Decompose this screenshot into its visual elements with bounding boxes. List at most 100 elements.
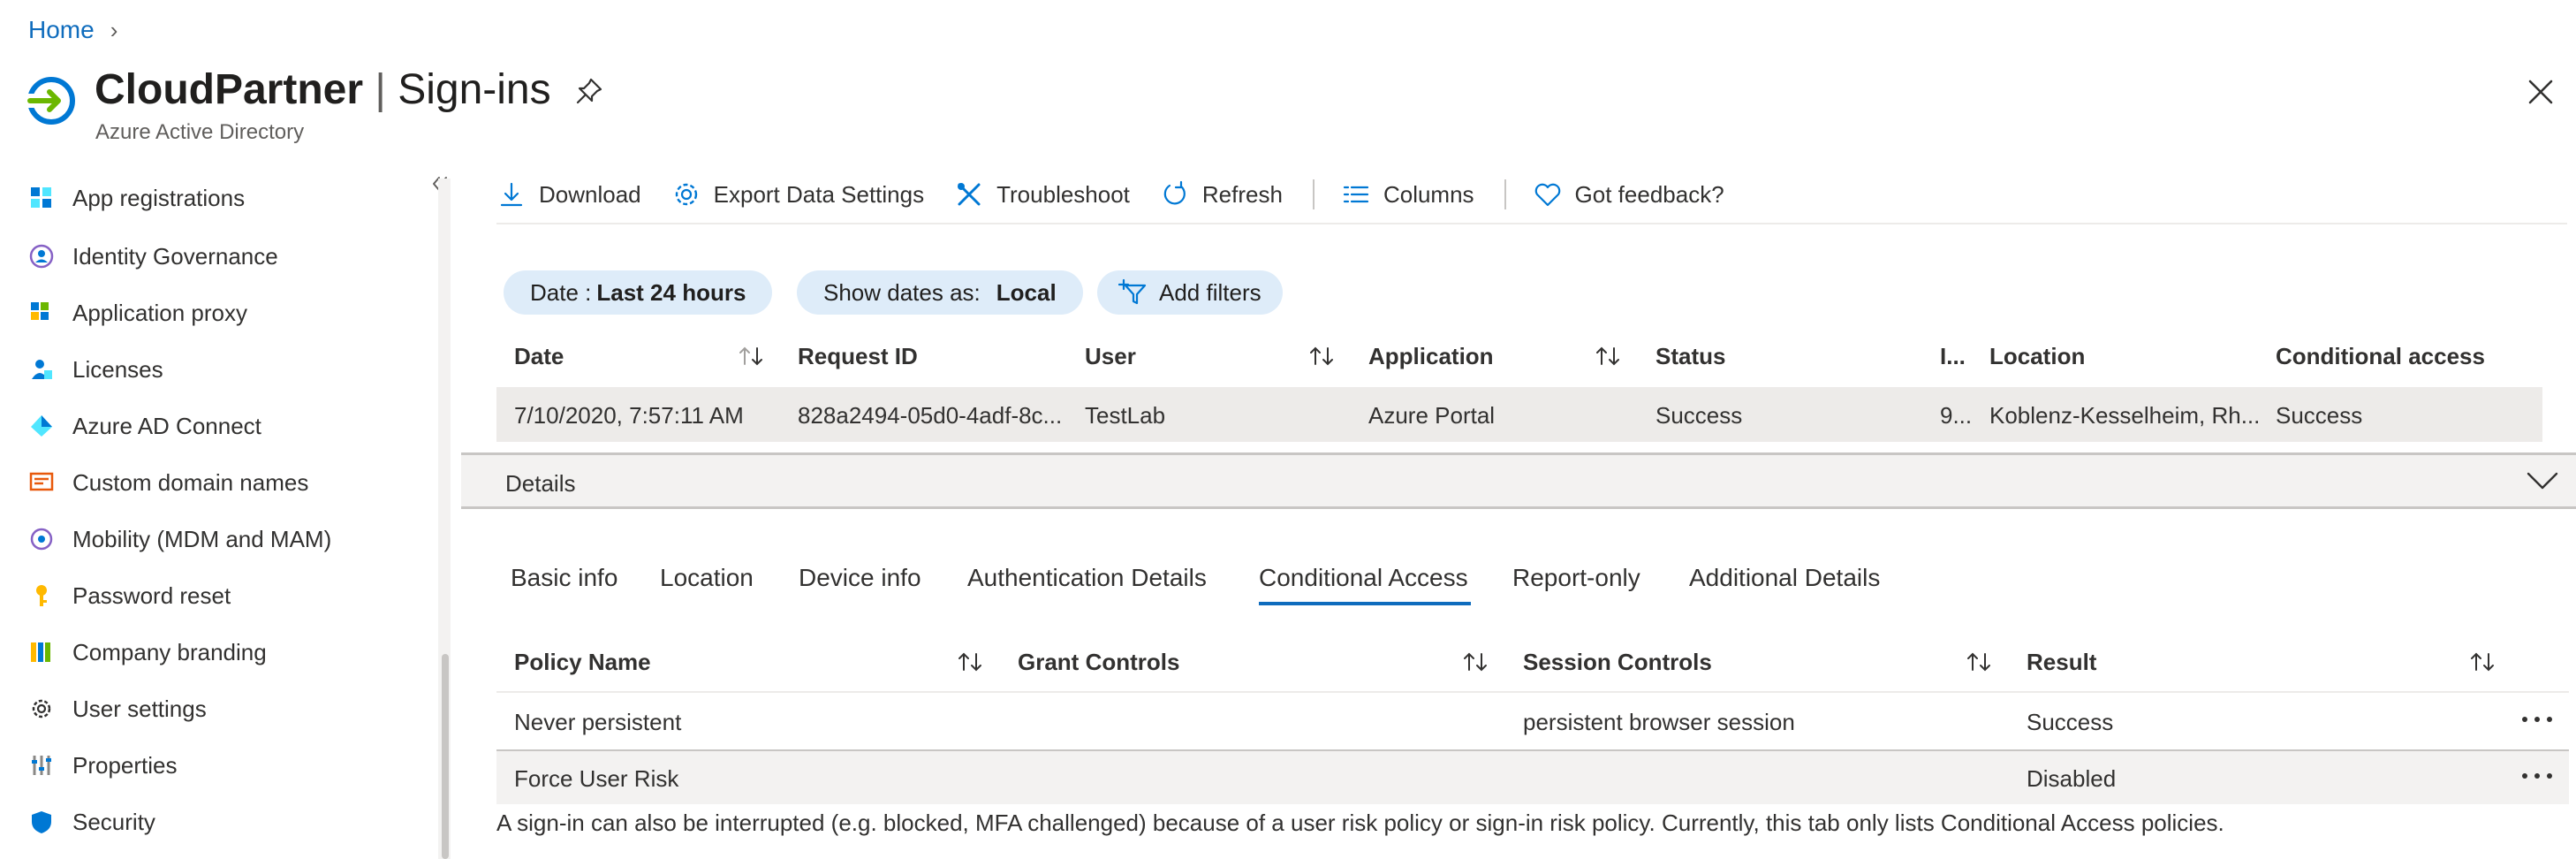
key-icon: [27, 581, 57, 611]
column-header-grant-controls[interactable]: Grant Controls: [1018, 649, 1179, 676]
sidebar-item-label: Application proxy: [72, 299, 247, 326]
close-icon[interactable]: [2523, 74, 2558, 110]
more-options-icon[interactable]: [2519, 767, 2555, 785]
tab-conditional-access[interactable]: Conditional Access: [1259, 564, 1468, 592]
sort-icon[interactable]: [1306, 343, 1337, 369]
details-label: Details: [505, 470, 576, 497]
column-header-ip[interactable]: I...: [1940, 343, 1966, 370]
column-header-conditional-access[interactable]: Conditional access: [2276, 343, 2485, 370]
sort-icon[interactable]: [1963, 649, 1995, 675]
cell-location: Koblenz-Kesselheim, Rh...: [1989, 402, 2261, 429]
heart-icon: [1534, 183, 1560, 207]
download-button[interactable]: Download: [496, 179, 641, 209]
sidebar-item-custom-domain-names[interactable]: Custom domain names: [27, 465, 308, 500]
feedback-button[interactable]: Got feedback?: [1533, 179, 1724, 209]
sidebar-item-application-proxy[interactable]: Application proxy: [27, 295, 247, 331]
policy-link-force-user-risk[interactable]: Force User Risk: [514, 765, 678, 793]
refresh-button[interactable]: Refresh: [1160, 179, 1283, 209]
cell-application: Azure Portal: [1368, 402, 1496, 429]
column-header-request-id[interactable]: Request ID: [798, 343, 918, 370]
sidebar-item-label: Mobility (MDM and MAM): [72, 525, 332, 552]
sidebar-item-security[interactable]: Security: [27, 804, 155, 840]
column-header-user[interactable]: User: [1085, 343, 1136, 370]
sort-icon[interactable]: [735, 343, 767, 369]
sidebar-item-label: Custom domain names: [72, 468, 309, 496]
page-subtitle: Azure Active Directory: [95, 120, 305, 144]
troubleshoot-button[interactable]: Troubleshoot: [954, 179, 1130, 209]
cell-user: TestLab: [1085, 402, 1166, 429]
sidebar-item-app-registrations[interactable]: App registrations: [27, 180, 245, 216]
tab-location[interactable]: Location: [660, 564, 754, 592]
more-options-icon[interactable]: [2519, 711, 2555, 728]
page-title: CloudPartner | Sign-ins: [95, 65, 551, 114]
sidebar-item-properties[interactable]: Properties: [27, 748, 178, 783]
pin-icon[interactable]: [574, 76, 604, 106]
sort-icon[interactable]: [954, 649, 986, 675]
toolbar-divider-line: [496, 223, 2567, 224]
sign-ins-logo-icon: [27, 77, 75, 125]
sidebar-item-identity-governance[interactable]: Identity Governance: [27, 239, 278, 274]
policy-link-never-persistent[interactable]: Never persistent: [514, 709, 681, 736]
chevron-down-icon[interactable]: [2525, 467, 2560, 493]
sidebar-item-user-settings[interactable]: User settings: [27, 691, 207, 726]
sidebar-item-label: Azure AD Connect: [72, 412, 261, 439]
export-data-settings-button[interactable]: Export Data Settings: [671, 179, 924, 209]
gear-icon: [27, 694, 57, 724]
table-row[interactable]: [496, 749, 2569, 804]
date-filter-value: Last 24 hours: [596, 278, 746, 306]
sidebar-item-label: Licenses: [72, 355, 163, 383]
date-filter-pill[interactable]: Date : Last 24 hours: [504, 270, 773, 315]
add-filters-label: Add filters: [1159, 278, 1261, 306]
sidebar-item-licenses[interactable]: Licenses: [27, 352, 163, 387]
cell-session-controls: persistent browser session: [1523, 709, 1795, 735]
refresh-icon: [1163, 180, 1186, 205]
sidebar-item-label: App registrations: [72, 184, 246, 211]
show-dates-pill[interactable]: Show dates as: Local: [797, 270, 1083, 315]
tab-device-info[interactable]: Device info: [799, 564, 921, 592]
column-header-policy-name[interactable]: Policy Name: [514, 649, 651, 676]
toolbar-divider: [1312, 179, 1315, 209]
sidebar-item-azure-ad-connect[interactable]: Azure AD Connect: [27, 408, 261, 444]
sort-icon[interactable]: [1459, 649, 1491, 675]
add-filters-button[interactable]: Add filters: [1097, 270, 1283, 315]
columns-button[interactable]: Columns: [1341, 179, 1474, 209]
sidebar-item-company-branding[interactable]: Company branding: [27, 635, 267, 670]
date-filter-label: Date :: [530, 278, 592, 306]
toolbar-divider: [1504, 179, 1506, 209]
properties-icon: [27, 750, 57, 780]
show-dates-value: Local: [996, 278, 1057, 306]
sidebar-scrollbar-thumb[interactable]: [442, 654, 449, 859]
application-proxy-icon: [27, 298, 57, 328]
table-divider: [496, 691, 2569, 693]
tab-basic-info[interactable]: Basic info: [511, 564, 617, 592]
add-filter-icon: [1118, 278, 1147, 305]
breadcrumb-home-link[interactable]: Home: [28, 16, 95, 44]
column-header-application[interactable]: Application: [1368, 343, 1494, 370]
column-header-session-controls[interactable]: Session Controls: [1523, 649, 1712, 676]
troubleshoot-label: Troubleshoot: [996, 180, 1130, 208]
cell-ip: 9...: [1940, 402, 1973, 429]
wrench-icon: [958, 183, 981, 206]
tab-authentication-details[interactable]: Authentication Details: [967, 564, 1207, 592]
sidebar-item-password-reset[interactable]: Password reset: [27, 578, 231, 613]
tab-report-only[interactable]: Report-only: [1512, 564, 1640, 592]
column-header-status[interactable]: Status: [1655, 343, 1725, 370]
sort-icon[interactable]: [1592, 343, 1624, 369]
column-header-date[interactable]: Date: [514, 343, 564, 370]
feedback-label: Got feedback?: [1574, 180, 1724, 208]
column-header-result[interactable]: Result: [2027, 649, 2096, 676]
sidebar-item-mobility[interactable]: Mobility (MDM and MAM): [27, 521, 331, 557]
company-branding-icon: [27, 637, 57, 667]
page-title-name: Sign-ins: [398, 66, 551, 113]
breadcrumb: Home ›: [28, 16, 117, 44]
column-header-location[interactable]: Location: [1989, 343, 2085, 370]
sidebar-item-label: Security: [72, 808, 155, 835]
custom-domain-icon: [27, 468, 57, 498]
download-label: Download: [539, 180, 641, 208]
sidebar-item-label: Password reset: [72, 582, 231, 609]
details-bar[interactable]: [461, 452, 2576, 509]
show-dates-label: Show dates as:: [823, 278, 981, 306]
tab-additional-details[interactable]: Additional Details: [1689, 564, 1880, 592]
licenses-icon: [27, 354, 57, 384]
sort-icon[interactable]: [2466, 649, 2498, 675]
